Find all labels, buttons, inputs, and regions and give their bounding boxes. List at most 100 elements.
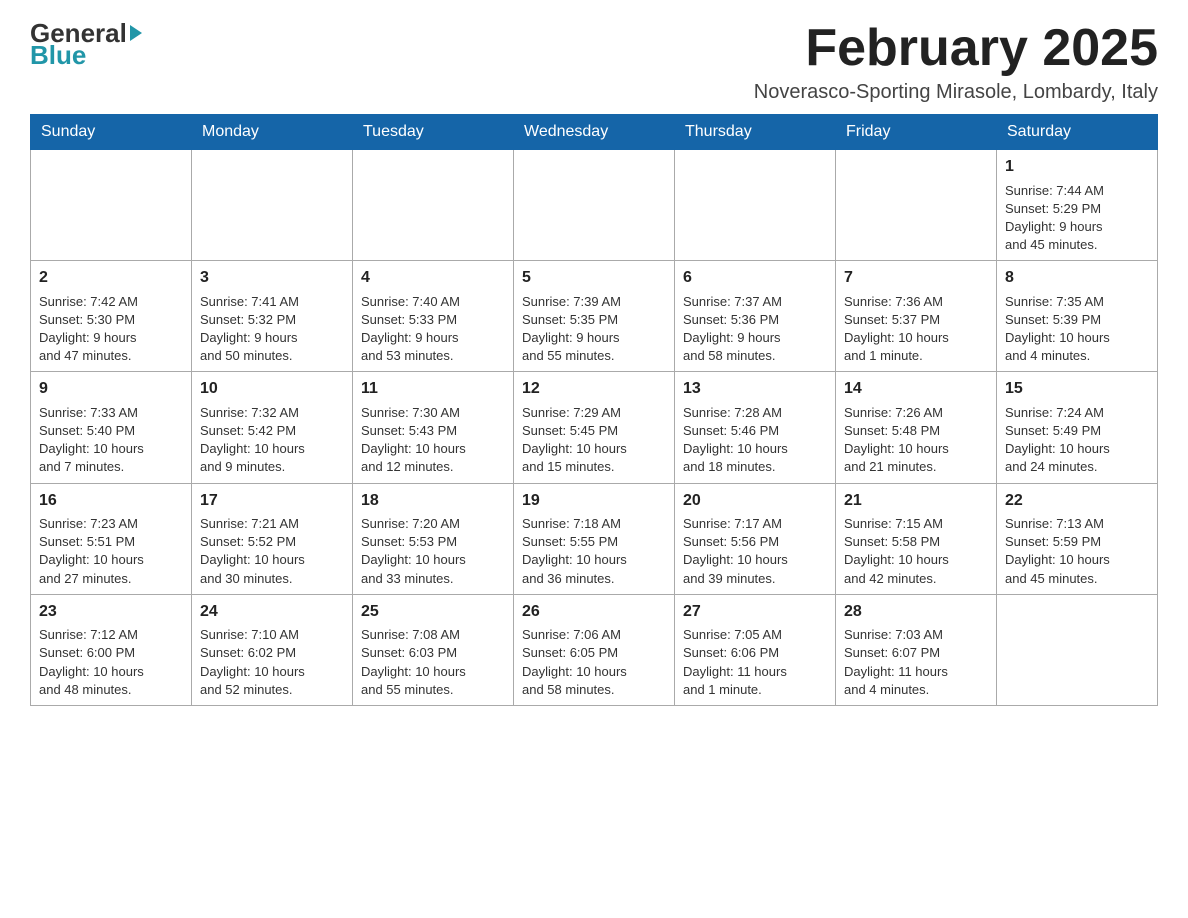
day-number: 6 [683,267,827,289]
day-info-line: Sunrise: 7:44 AM [1005,182,1149,200]
day-number: 5 [522,267,666,289]
day-info-line: Sunset: 5:48 PM [844,422,988,440]
day-info-line: Daylight: 10 hours [39,440,183,458]
day-info-line: Sunset: 5:35 PM [522,311,666,329]
calendar-cell: 16Sunrise: 7:23 AMSunset: 5:51 PMDayligh… [31,483,192,594]
day-info-line: and 53 minutes. [361,347,505,365]
calendar-cell: 25Sunrise: 7:08 AMSunset: 6:03 PMDayligh… [353,594,514,705]
day-info-line: Sunset: 5:29 PM [1005,200,1149,218]
weekday-header-monday: Monday [192,115,353,150]
day-info-line: Daylight: 10 hours [844,440,988,458]
day-number: 2 [39,267,183,289]
day-info-line: Sunset: 5:40 PM [39,422,183,440]
day-info-line: Sunset: 6:07 PM [844,644,988,662]
calendar-cell: 19Sunrise: 7:18 AMSunset: 5:55 PMDayligh… [514,483,675,594]
day-number: 10 [200,378,344,400]
calendar-cell: 8Sunrise: 7:35 AMSunset: 5:39 PMDaylight… [997,261,1158,372]
day-info-line: Daylight: 10 hours [522,551,666,569]
day-info-line: Sunrise: 7:03 AM [844,626,988,644]
day-number: 28 [844,601,988,623]
day-info-line: and 52 minutes. [200,681,344,699]
day-number: 17 [200,490,344,512]
day-info-line: and 50 minutes. [200,347,344,365]
day-info-line: Sunset: 5:49 PM [1005,422,1149,440]
day-info-line: Sunset: 6:00 PM [39,644,183,662]
calendar-cell [675,150,836,261]
week-row-5: 23Sunrise: 7:12 AMSunset: 6:00 PMDayligh… [31,594,1158,705]
day-info-line: Sunset: 5:59 PM [1005,533,1149,551]
day-info-line: and 24 minutes. [1005,458,1149,476]
day-info-line: and 21 minutes. [844,458,988,476]
day-info-line: and 33 minutes. [361,570,505,588]
day-info-line: Sunrise: 7:36 AM [844,293,988,311]
day-info-line: Sunset: 5:42 PM [200,422,344,440]
week-row-2: 2Sunrise: 7:42 AMSunset: 5:30 PMDaylight… [31,261,1158,372]
calendar-cell: 9Sunrise: 7:33 AMSunset: 5:40 PMDaylight… [31,372,192,483]
calendar-cell: 2Sunrise: 7:42 AMSunset: 5:30 PMDaylight… [31,261,192,372]
week-row-1: 1Sunrise: 7:44 AMSunset: 5:29 PMDaylight… [31,150,1158,261]
calendar-cell: 21Sunrise: 7:15 AMSunset: 5:58 PMDayligh… [836,483,997,594]
day-info-line: and 12 minutes. [361,458,505,476]
day-info-line: Daylight: 9 hours [200,329,344,347]
day-info-line: Daylight: 10 hours [522,663,666,681]
day-info-line: and 48 minutes. [39,681,183,699]
day-info-line: Sunset: 5:51 PM [39,533,183,551]
day-info-line: and 55 minutes. [361,681,505,699]
day-info-line: Sunrise: 7:30 AM [361,404,505,422]
day-info-line: Sunrise: 7:13 AM [1005,515,1149,533]
calendar-cell: 27Sunrise: 7:05 AMSunset: 6:06 PMDayligh… [675,594,836,705]
day-info-line: Sunset: 5:32 PM [200,311,344,329]
day-info-line: Daylight: 11 hours [844,663,988,681]
calendar-cell: 3Sunrise: 7:41 AMSunset: 5:32 PMDaylight… [192,261,353,372]
day-number: 13 [683,378,827,400]
day-number: 14 [844,378,988,400]
day-number: 15 [1005,378,1149,400]
day-info-line: Daylight: 10 hours [1005,329,1149,347]
day-info-line: Daylight: 9 hours [522,329,666,347]
day-info-line: Daylight: 11 hours [683,663,827,681]
page-header: General Blue February 2025 Noverasco-Spo… [30,20,1158,104]
logo-blue-text: Blue [30,42,142,68]
day-info-line: Sunrise: 7:21 AM [200,515,344,533]
calendar-cell: 14Sunrise: 7:26 AMSunset: 5:48 PMDayligh… [836,372,997,483]
day-number: 3 [200,267,344,289]
day-info-line: Sunset: 5:37 PM [844,311,988,329]
calendar-cell: 24Sunrise: 7:10 AMSunset: 6:02 PMDayligh… [192,594,353,705]
day-info-line: and 45 minutes. [1005,236,1149,254]
weekday-header-row: SundayMondayTuesdayWednesdayThursdayFrid… [31,115,1158,150]
day-info-line: and 30 minutes. [200,570,344,588]
day-number: 25 [361,601,505,623]
day-info-line: Sunrise: 7:24 AM [1005,404,1149,422]
calendar-cell: 7Sunrise: 7:36 AMSunset: 5:37 PMDaylight… [836,261,997,372]
calendar-cell: 11Sunrise: 7:30 AMSunset: 5:43 PMDayligh… [353,372,514,483]
day-number: 20 [683,490,827,512]
day-info-line: Daylight: 10 hours [844,551,988,569]
day-info-line: and 36 minutes. [522,570,666,588]
calendar-cell: 6Sunrise: 7:37 AMSunset: 5:36 PMDaylight… [675,261,836,372]
calendar-cell [353,150,514,261]
day-info-line: Daylight: 10 hours [1005,551,1149,569]
calendar-cell: 15 Sunrise: 7:24 AMSunset: 5:49 PMDayligh… [997,372,1158,483]
week-row-4: 16Sunrise: 7:23 AMSunset: 5:51 PMDayligh… [31,483,1158,594]
calendar-cell: 13Sunrise: 7:28 AMSunset: 5:46 PMDayligh… [675,372,836,483]
weekday-header-friday: Friday [836,115,997,150]
day-info-line: Daylight: 10 hours [200,440,344,458]
day-number: 19 [522,490,666,512]
day-number: 23 [39,601,183,623]
day-info-line: and 18 minutes. [683,458,827,476]
day-info-line: Sunrise: 7:06 AM [522,626,666,644]
calendar-cell: 28 Sunrise: 7:03 AMSunset: 6:07 PMDayligh… [836,594,997,705]
day-info-line: and 27 minutes. [39,570,183,588]
calendar-cell [31,150,192,261]
day-info-line: and 58 minutes. [522,681,666,699]
day-number: 4 [361,267,505,289]
day-info-line: Sunrise: 7:23 AM [39,515,183,533]
day-info-line: Daylight: 10 hours [683,440,827,458]
day-info-line: Daylight: 10 hours [683,551,827,569]
weekday-header-sunday: Sunday [31,115,192,150]
day-info-line: Daylight: 10 hours [1005,440,1149,458]
day-info-line: Daylight: 10 hours [522,440,666,458]
day-number: 27 [683,601,827,623]
calendar-cell: 5Sunrise: 7:39 AMSunset: 5:35 PMDaylight… [514,261,675,372]
day-number: 24 [200,601,344,623]
